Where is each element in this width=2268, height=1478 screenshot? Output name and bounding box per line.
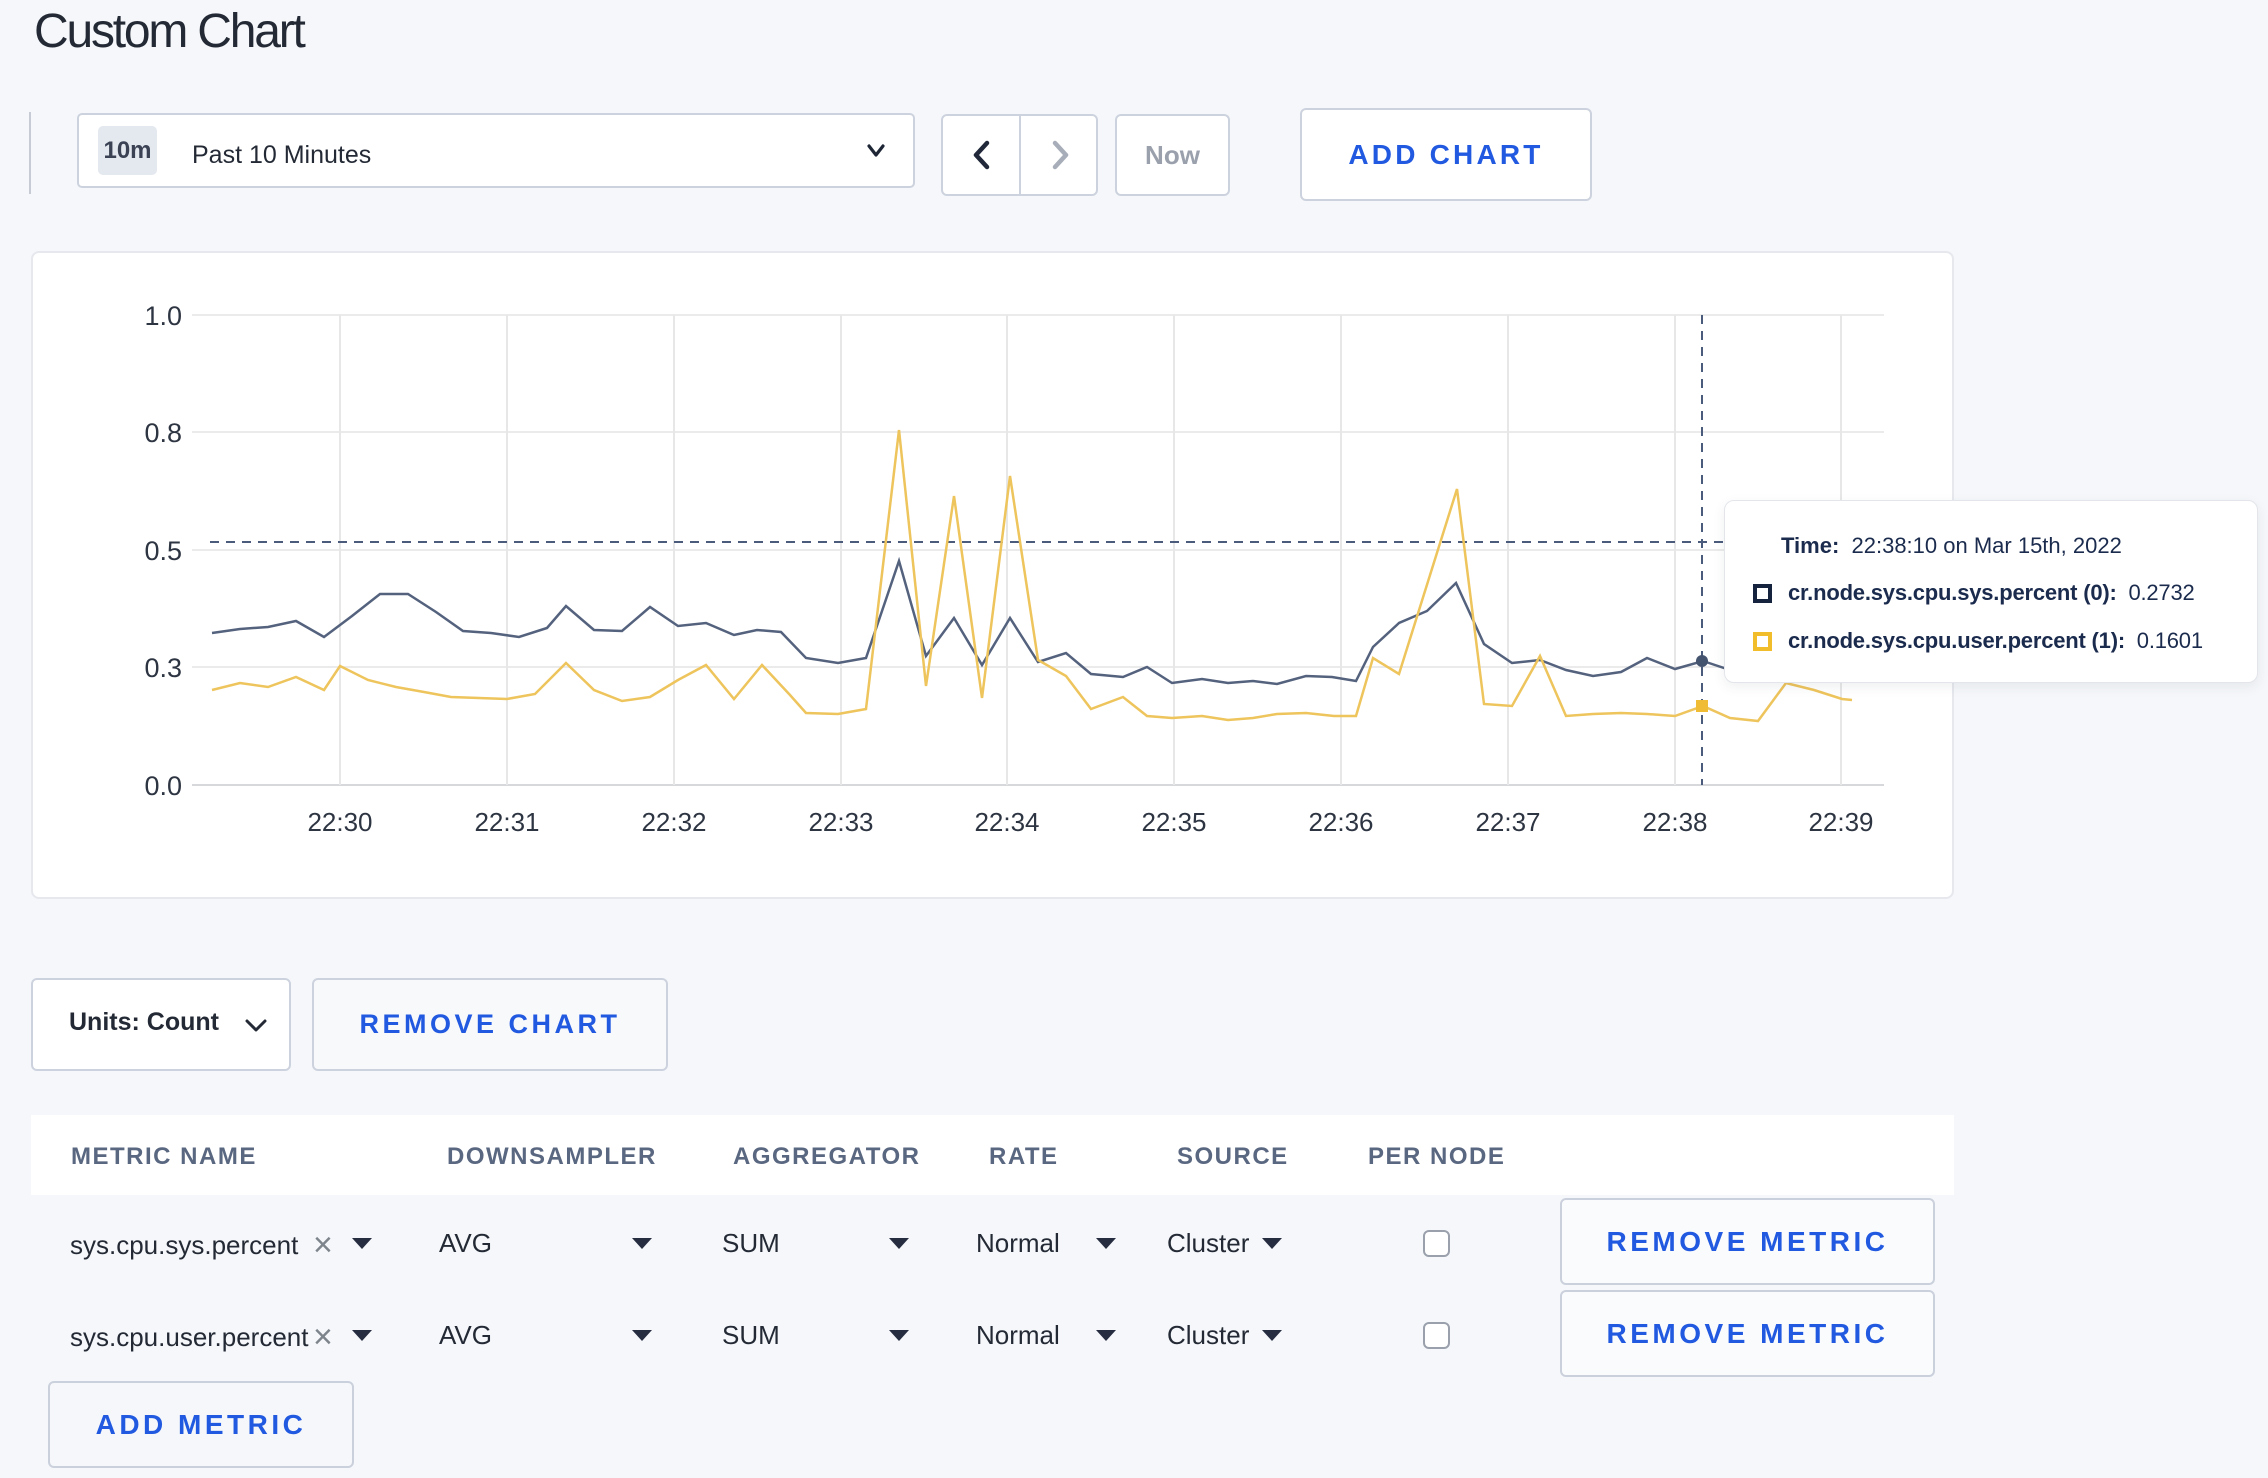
- svg-text:22:39: 22:39: [1808, 807, 1873, 837]
- svg-text:22:31: 22:31: [474, 807, 539, 837]
- svg-text:22:38: 22:38: [1642, 807, 1707, 837]
- svg-text:22:30: 22:30: [307, 807, 372, 837]
- svg-text:22:35: 22:35: [1141, 807, 1206, 837]
- svg-text:0.5: 0.5: [144, 536, 182, 566]
- svg-text:1.0: 1.0: [144, 301, 182, 331]
- svg-text:22:36: 22:36: [1308, 807, 1373, 837]
- svg-text:22:33: 22:33: [808, 807, 873, 837]
- svg-text:0.8: 0.8: [144, 418, 182, 448]
- svg-text:0.3: 0.3: [144, 653, 182, 683]
- svg-text:22:34: 22:34: [974, 807, 1039, 837]
- svg-text:22:37: 22:37: [1475, 807, 1540, 837]
- svg-text:22:32: 22:32: [641, 807, 706, 837]
- svg-text:0.0: 0.0: [144, 771, 182, 801]
